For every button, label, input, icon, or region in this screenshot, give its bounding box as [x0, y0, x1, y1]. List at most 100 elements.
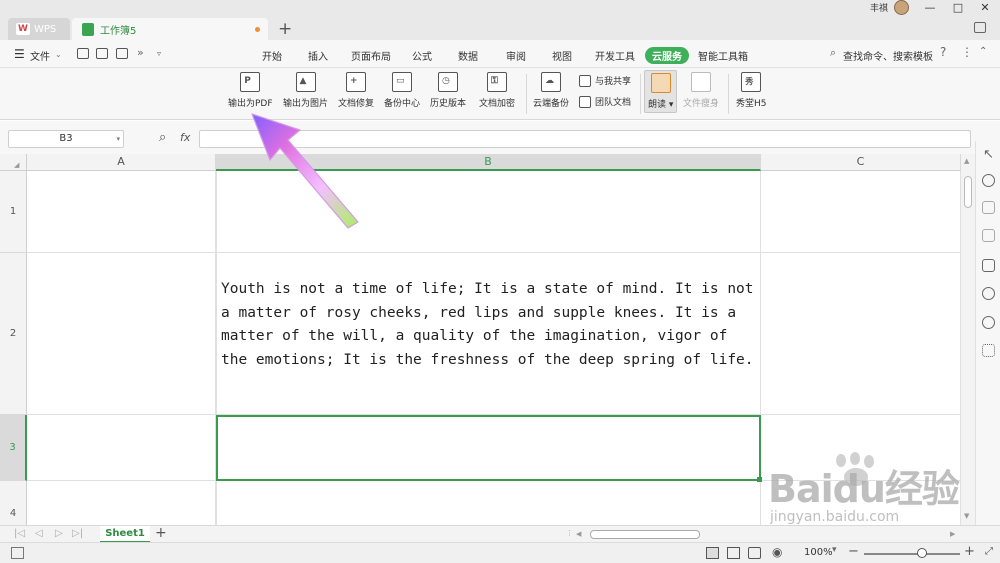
file-slim-button[interactable]: 文件瘦身 — [683, 72, 719, 109]
help-panel-icon[interactable] — [982, 316, 995, 329]
archive-icon[interactable] — [982, 259, 995, 272]
fullscreen-icon[interactable]: ⤢ — [985, 546, 993, 557]
scroll-left-icon[interactable]: ◀ — [576, 530, 581, 538]
tab-developer[interactable]: 开发工具 — [595, 48, 635, 63]
read-aloud-label: 朗读 ▾ — [648, 100, 674, 110]
tab-insert[interactable]: 插入 — [308, 48, 328, 63]
page-break-view-icon[interactable] — [727, 547, 740, 559]
more-options-icon[interactable]: ⋮ — [961, 45, 973, 59]
scroll-up-icon[interactable]: ▲ — [964, 157, 969, 165]
open-folder-icon[interactable] — [77, 48, 89, 59]
customize-dropdown-icon[interactable]: ▿ — [157, 49, 161, 58]
user-name[interactable]: 丰祺 — [870, 1, 888, 14]
data-format-icon[interactable] — [982, 229, 995, 242]
zoom-slider-knob[interactable] — [916, 548, 927, 558]
hamburger-icon[interactable]: ☰ — [14, 47, 25, 61]
macro-record-icon[interactable] — [11, 547, 24, 559]
cell-a4[interactable] — [27, 481, 216, 525]
zoom-dropdown-icon[interactable]: ▾ — [832, 545, 837, 555]
cell-c2[interactable] — [761, 253, 961, 415]
tab-view[interactable]: 视图 — [552, 48, 572, 63]
prev-sheet-icon[interactable]: ◁ — [35, 528, 43, 539]
tab-smart-toolbox[interactable]: 智能工具箱 — [698, 48, 748, 63]
vertical-scroll-thumb[interactable] — [964, 176, 972, 208]
tab-cloud-service[interactable]: 云服务 — [645, 47, 689, 64]
add-sheet-button[interactable]: + — [155, 525, 167, 541]
vertical-scrollbar[interactable]: ▲ ▼ — [961, 154, 975, 525]
document-encrypt-button[interactable]: ⚿ 文档加密 — [479, 72, 515, 109]
team-docs-button[interactable]: 团队文档 — [579, 95, 631, 108]
cursor-select-icon[interactable]: ↖ — [983, 147, 994, 162]
file-dropdown-icon[interactable]: ⌄ — [55, 50, 62, 59]
command-search[interactable]: 查找命令、搜索模板 — [843, 48, 933, 63]
tab-home[interactable]: 开始 — [262, 48, 282, 63]
cell-a3[interactable] — [27, 415, 216, 481]
maximize-button[interactable]: □ — [948, 0, 968, 16]
sidebar-toggle-icon[interactable] — [974, 22, 986, 33]
file-menu[interactable]: 文件 — [30, 48, 50, 63]
properties-icon[interactable] — [982, 201, 995, 214]
save-icon[interactable] — [96, 48, 108, 59]
name-box-dropdown-icon[interactable]: ▾ — [116, 131, 120, 147]
next-sheet-icon[interactable]: ▷ — [55, 528, 63, 539]
column-header-a[interactable]: A — [27, 154, 216, 171]
zoom-formula-icon[interactable]: ⌕ — [159, 130, 166, 145]
print-icon[interactable] — [116, 48, 128, 59]
row-header-1[interactable]: 1 — [0, 171, 27, 253]
scroll-down-icon[interactable]: ▼ — [964, 512, 969, 520]
cloud-backup-button[interactable]: ☁ 云端备份 — [533, 72, 569, 109]
minimize-button[interactable]: — — [920, 0, 940, 16]
eye-protection-icon[interactable]: ◉ — [772, 545, 782, 559]
row-header-4[interactable]: 4 — [0, 481, 27, 525]
name-box[interactable]: B3 ▾ — [8, 130, 124, 148]
tab-page-layout[interactable]: 页面布局 — [351, 48, 391, 63]
close-button[interactable]: ✕ — [975, 0, 995, 16]
first-sheet-icon[interactable]: |◁ — [14, 528, 25, 539]
export-pdf-button[interactable]: P 输出为PDF — [228, 72, 273, 109]
tab-data[interactable]: 数据 — [458, 48, 478, 63]
cell-c1[interactable] — [761, 171, 961, 253]
row-header-3[interactable]: 3 — [0, 415, 27, 481]
avatar[interactable] — [894, 0, 909, 15]
h5-button[interactable]: 秀 秀堂H5 — [736, 72, 767, 109]
zoom-slider[interactable] — [864, 548, 960, 558]
document-repair-button[interactable]: + 文档修复 — [338, 72, 374, 109]
function-icon[interactable]: fx — [180, 131, 190, 144]
backup-center-button[interactable]: ▭ 备份中心 — [384, 72, 420, 109]
new-tab-button[interactable]: + — [278, 18, 292, 40]
horizontal-scrollbar[interactable]: ⋮ ◀ ▶ — [566, 529, 960, 540]
document-tab[interactable]: 工作簿5 — [72, 18, 268, 40]
column-header-c[interactable]: C — [761, 154, 961, 171]
search-icon[interactable]: ⌕ — [830, 46, 836, 60]
resize-handle-icon[interactable]: ⋮ — [566, 529, 573, 537]
shapes-icon[interactable] — [982, 174, 995, 187]
reading-layout-icon[interactable] — [748, 547, 761, 559]
shared-with-me-button[interactable]: 与我共享 — [579, 74, 631, 87]
fill-handle[interactable] — [757, 477, 762, 482]
apps-grid-icon[interactable] — [982, 344, 995, 357]
history-version-button[interactable]: ◷ 历史版本 — [430, 72, 466, 109]
cloud-backup-label: 云端备份 — [533, 99, 570, 109]
more-tools-icon[interactable]: » — [137, 46, 144, 59]
help-icon[interactable]: ? — [940, 45, 946, 59]
zoom-in-icon[interactable]: + — [964, 544, 975, 559]
scroll-right-icon[interactable]: ▶ — [950, 530, 955, 538]
sheet-tab-sheet1[interactable]: Sheet1 — [100, 526, 150, 543]
export-image-button[interactable]: ▲ 输出为图片 — [283, 72, 328, 109]
normal-view-icon[interactable] — [706, 547, 719, 559]
select-all-corner[interactable]: ◢ — [0, 154, 27, 171]
cell-b4[interactable] — [216, 481, 761, 525]
collapse-ribbon-icon[interactable]: ⌃ — [979, 46, 987, 57]
zoom-out-icon[interactable]: − — [848, 544, 859, 559]
last-sheet-icon[interactable]: ▷| — [72, 528, 83, 539]
read-aloud-button[interactable]: 朗读 ▾ — [644, 70, 678, 113]
row-header-2[interactable]: 2 — [0, 253, 27, 415]
cell-a2[interactable] — [27, 253, 216, 415]
cell-a1[interactable] — [27, 171, 216, 253]
zoom-level[interactable]: 100% — [804, 547, 833, 558]
tab-formula[interactable]: 公式 — [412, 48, 432, 63]
horizontal-scroll-thumb[interactable] — [590, 530, 700, 539]
wps-home-tab[interactable]: W WPS — [8, 18, 70, 40]
tab-review[interactable]: 审阅 — [506, 48, 526, 63]
history-panel-icon[interactable] — [982, 287, 995, 300]
